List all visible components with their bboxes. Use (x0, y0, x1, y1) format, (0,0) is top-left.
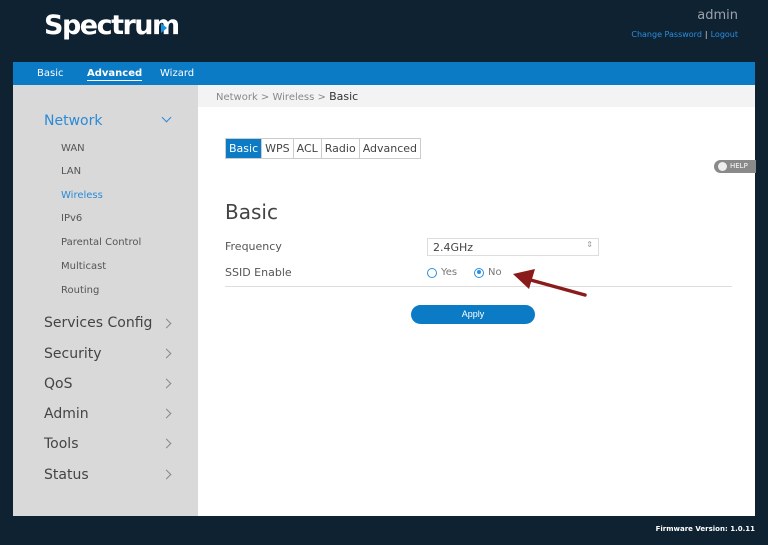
sidebar: Network WAN LAN Wireless IPv6 Parental C… (13, 85, 198, 516)
tab-basic[interactable]: Basic (226, 139, 263, 158)
frequency-select[interactable]: 2.4GHz ⇕ (427, 238, 599, 256)
change-password-link[interactable]: Change Password (631, 30, 702, 39)
help-button[interactable]: HELP (714, 160, 756, 173)
sidebar-status[interactable]: Status (44, 467, 89, 483)
frequency-label: Frequency (225, 240, 282, 253)
firmware-version: Firmware Version: 1.0.11 (655, 525, 755, 533)
sidebar-admin[interactable]: Admin (44, 406, 89, 422)
ssid-yes-radio[interactable]: Yes (427, 267, 457, 278)
ssid-enable-label: SSID Enable (225, 266, 292, 279)
sidebar-item-multicast[interactable]: Multicast (61, 261, 106, 272)
logo-arrow-icon (161, 23, 167, 33)
sidebar-network[interactable]: Network (44, 113, 102, 129)
sidebar-tools[interactable]: Tools (44, 436, 79, 452)
radio-unchecked-icon (427, 267, 437, 278)
nav-advanced[interactable]: Advanced (87, 68, 143, 81)
breadcrumb-current: Basic (329, 90, 359, 103)
chevron-right-icon (161, 408, 172, 419)
tab-bar: Basic WPS ACL Radio Advanced (225, 138, 422, 159)
select-arrows-icon: ⇕ (586, 240, 593, 249)
chevron-right-icon (161, 318, 172, 329)
spectrum-logo: Spectrum (44, 10, 180, 41)
radio-checked-icon (474, 267, 484, 278)
sidebar-item-ipv6[interactable]: IPv6 (61, 213, 82, 224)
top-nav: Basic Advanced Wizard (13, 62, 755, 85)
username: admin (697, 8, 738, 23)
tab-advanced[interactable]: Advanced (359, 139, 421, 158)
no-label: No (488, 267, 502, 278)
breadcrumb-path: Network > Wireless > (216, 92, 330, 103)
annotation-arrow-icon (513, 269, 587, 297)
help-icon (718, 162, 727, 171)
main-content: Network > Wireless > Basic Basic WPS ACL… (198, 85, 756, 516)
tab-radio[interactable]: Radio (321, 139, 360, 158)
chevron-right-icon (161, 348, 172, 359)
chevron-right-icon (161, 378, 172, 389)
nav-basic[interactable]: Basic (37, 68, 63, 79)
sidebar-item-lan[interactable]: LAN (61, 166, 81, 177)
chevron-down-icon[interactable] (161, 112, 172, 123)
nav-wizard[interactable]: Wizard (160, 68, 194, 79)
help-label: HELP (730, 162, 748, 170)
section-title: Basic (225, 200, 278, 224)
sidebar-services-config[interactable]: Services Config (44, 315, 152, 331)
separator: | (704, 30, 708, 39)
chevron-right-icon (161, 469, 172, 480)
tab-wps[interactable]: WPS (262, 139, 294, 158)
account-links: Change Password | Logout (631, 30, 738, 39)
logout-link[interactable]: Logout (711, 30, 738, 39)
apply-button[interactable]: Apply (411, 305, 535, 324)
sidebar-item-parental-control[interactable]: Parental Control (61, 237, 141, 248)
sidebar-qos[interactable]: QoS (44, 376, 72, 392)
tab-acl[interactable]: ACL (293, 139, 322, 158)
ssid-no-radio[interactable]: No (474, 267, 502, 278)
sidebar-item-routing[interactable]: Routing (61, 285, 99, 296)
sidebar-item-wireless[interactable]: Wireless (61, 190, 103, 201)
frequency-value: 2.4GHz (433, 241, 474, 254)
sidebar-security[interactable]: Security (44, 346, 102, 362)
yes-label: Yes (441, 267, 458, 278)
sidebar-item-wan[interactable]: WAN (61, 143, 85, 154)
chevron-right-icon (161, 438, 172, 449)
breadcrumb: Network > Wireless > Basic (198, 85, 755, 107)
divider (225, 286, 732, 287)
